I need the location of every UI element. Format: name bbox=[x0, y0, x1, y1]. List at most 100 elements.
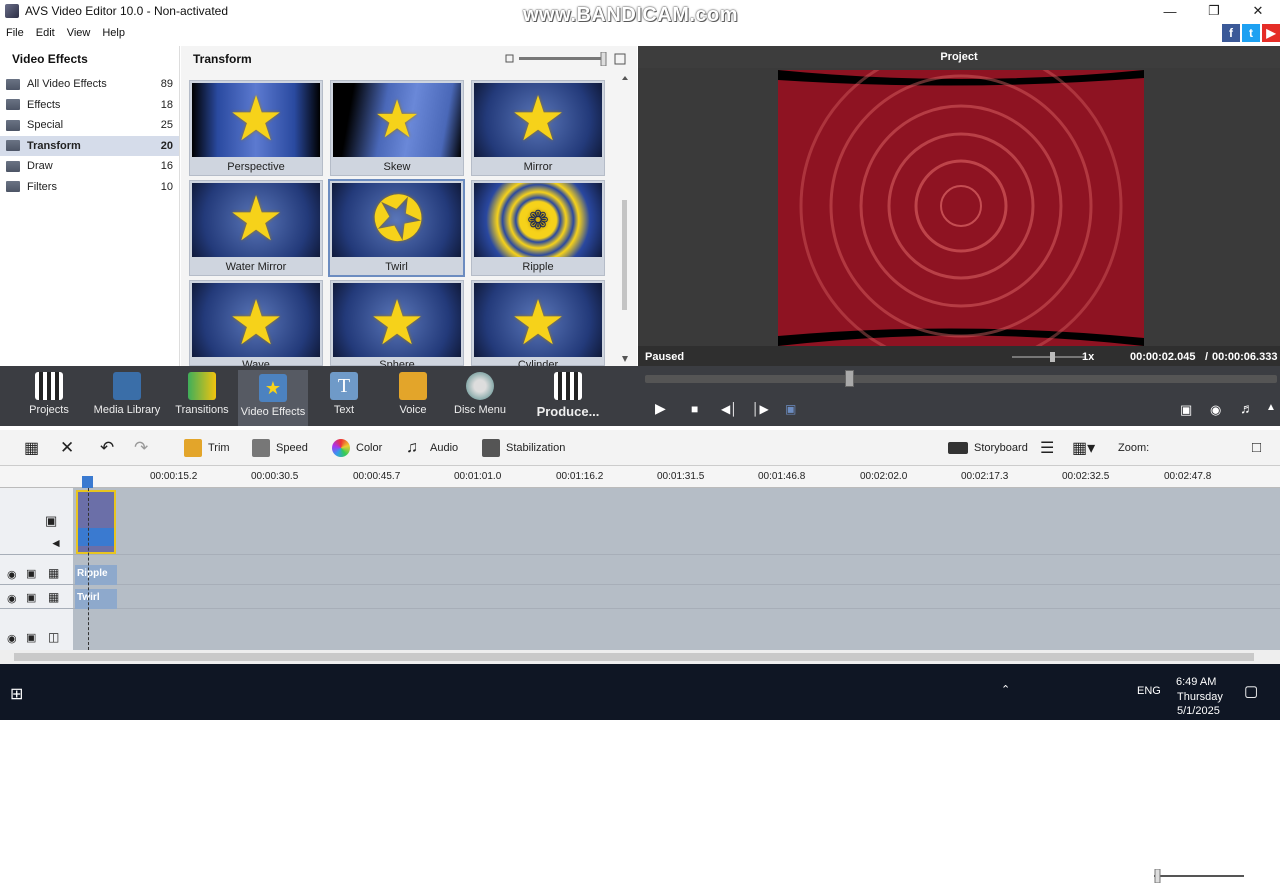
volume-icon[interactable]: ♬ bbox=[1240, 400, 1254, 416]
zoom-slider[interactable] bbox=[1154, 869, 1246, 883]
video-track-icon: ▣ bbox=[45, 513, 58, 528]
notification-icon[interactable]: ▢ bbox=[1244, 682, 1258, 700]
language-indicator[interactable]: ENG bbox=[1137, 685, 1161, 697]
lock-icon[interactable]: ▣ bbox=[26, 567, 36, 580]
category-transform[interactable]: Transform 20 bbox=[0, 135, 179, 156]
category-draw[interactable]: Draw 16 bbox=[0, 156, 179, 177]
select-all-icon[interactable]: ▦ bbox=[24, 438, 39, 458]
current-time: 00:00:02.045 bbox=[1130, 351, 1196, 363]
eye-icon[interactable]: ◉ bbox=[7, 632, 17, 645]
storyboard-label: Storyboard bbox=[974, 441, 1028, 454]
category-special[interactable]: Special 25 bbox=[0, 115, 179, 136]
timeline-ruler[interactable]: 00:00:15.2 00:00:30.5 00:00:45.7 00:01:0… bbox=[0, 466, 1280, 488]
close-button[interactable]: ✕ bbox=[1236, 0, 1280, 22]
toolbar-disc-menu[interactable]: Disc Menu bbox=[454, 372, 506, 424]
effect-label: Water Mirror bbox=[225, 261, 287, 273]
category-all-video-effects[interactable]: All Video Effects 89 bbox=[0, 74, 179, 95]
audio-button[interactable]: ♫ Audio bbox=[406, 439, 458, 457]
menu-help[interactable]: Help bbox=[96, 27, 131, 39]
track-divider bbox=[0, 554, 1280, 555]
menu-file[interactable]: File bbox=[0, 27, 30, 39]
play-button[interactable]: ▶ bbox=[655, 400, 666, 417]
effect-track-icon: ▦ bbox=[48, 590, 60, 604]
toolbar-voice[interactable]: Voice bbox=[392, 372, 434, 424]
color-button[interactable]: Color bbox=[332, 438, 383, 457]
redo-icon[interactable]: ↷ bbox=[134, 438, 148, 458]
view-options-icon[interactable]: ▦▾ bbox=[1072, 438, 1095, 458]
effect-label: Ripple bbox=[522, 261, 554, 273]
thumbnail-size-slider[interactable] bbox=[505, 52, 627, 66]
ruler-label: 00:01:31.5 bbox=[657, 471, 705, 482]
category-label: Transform bbox=[27, 139, 81, 152]
effect-clip-ripple[interactable]: Ripple bbox=[75, 565, 117, 585]
ruler-label: 00:02:47.8 bbox=[1164, 471, 1212, 482]
snapshot-icon[interactable]: ◉ bbox=[1210, 402, 1221, 418]
tray-arrow-icon[interactable]: ⌃ bbox=[1001, 683, 1010, 696]
audio-mixer-icon[interactable]: ☰ bbox=[1040, 438, 1054, 458]
toolbar-media-library[interactable]: Media Library bbox=[93, 372, 161, 424]
category-count: 25 bbox=[160, 119, 173, 132]
audio-label: Audio bbox=[430, 441, 459, 454]
toolbar-transitions[interactable]: Transitions bbox=[175, 372, 229, 424]
maximize-button[interactable]: ❐ bbox=[1192, 0, 1236, 22]
effect-tile-cylinder[interactable]: ★ Cylinder bbox=[471, 280, 605, 371]
previous-frame-button[interactable]: ◀│ bbox=[721, 402, 738, 416]
category-count: 89 bbox=[160, 78, 173, 91]
undo-icon[interactable]: ↶ bbox=[100, 438, 114, 458]
effect-tile-skew[interactable]: ★ Skew bbox=[330, 80, 464, 176]
speed-slider[interactable] bbox=[1012, 352, 1086, 362]
fullscreen-icon[interactable]: ▣ bbox=[1180, 402, 1192, 418]
next-frame-button[interactable]: │▶ bbox=[752, 402, 769, 416]
volume-arrow-icon[interactable]: ▲ bbox=[1266, 402, 1276, 413]
star-thumbnail: ★ bbox=[228, 85, 284, 154]
seek-knob[interactable] bbox=[845, 370, 854, 387]
windows-taskbar: ⊞ 6:49 AM Thursday 5/1/2025 ENG ▢ ⌃ bbox=[0, 664, 1280, 720]
effect-clip-twirl[interactable]: Twirl bbox=[75, 589, 117, 609]
effect-tile-ripple[interactable]: ❁ Ripple bbox=[471, 180, 605, 276]
fit-to-window-icon[interactable]: □ bbox=[1252, 439, 1261, 456]
category-filters[interactable]: Filters 10 bbox=[0, 177, 179, 198]
effect-tile-twirl[interactable]: ✪ Twirl bbox=[328, 179, 465, 277]
track-divider bbox=[0, 584, 1280, 585]
overlay-track-icon: ◫ bbox=[48, 630, 60, 644]
gallery-scrollbar[interactable] bbox=[619, 76, 631, 366]
toolbar-produce[interactable]: Produce... bbox=[536, 372, 600, 424]
playhead-marker[interactable] bbox=[82, 476, 93, 488]
stabilization-button[interactable]: Stabilization bbox=[482, 438, 565, 457]
toolbar-projects[interactable]: Projects bbox=[26, 372, 72, 424]
effect-tile-sphere[interactable]: ★ Sphere bbox=[330, 280, 464, 371]
effect-tile-mirror[interactable]: ★ Mirror bbox=[471, 80, 605, 176]
menu-edit[interactable]: Edit bbox=[30, 27, 61, 39]
effect-tile-water-mirror[interactable]: ★ Water Mirror bbox=[189, 180, 323, 276]
toolbar-video-effects[interactable]: ★ Video Effects bbox=[238, 370, 308, 426]
split-button[interactable]: ▣ bbox=[785, 402, 796, 416]
timeline-scrollbar[interactable] bbox=[0, 650, 1280, 664]
lock-icon[interactable]: ▣ bbox=[26, 591, 36, 604]
effect-tile-perspective[interactable]: ★ Perspective bbox=[189, 80, 323, 176]
minimize-button[interactable]: — bbox=[1148, 0, 1192, 22]
youtube-icon[interactable]: ▶ bbox=[1262, 24, 1280, 42]
folder-icon bbox=[6, 78, 20, 90]
stop-button[interactable]: ■ bbox=[691, 402, 698, 416]
social-links: f t ▶ bbox=[1222, 24, 1280, 42]
twitter-icon[interactable]: t bbox=[1242, 24, 1260, 42]
storyboard-button[interactable]: Storyboard bbox=[948, 441, 1028, 454]
video-clip[interactable] bbox=[76, 490, 116, 554]
eye-icon[interactable]: ◉ bbox=[7, 592, 17, 605]
trim-button[interactable]: Trim bbox=[184, 438, 230, 457]
star-icon: ★ bbox=[259, 374, 287, 402]
speed-button[interactable]: Speed bbox=[252, 438, 308, 457]
category-effects[interactable]: Effects 18 bbox=[0, 95, 179, 116]
menu-view[interactable]: View bbox=[61, 27, 97, 39]
eye-icon[interactable]: ◉ bbox=[7, 568, 17, 581]
effect-label: Skew bbox=[383, 161, 411, 173]
effect-tile-wave[interactable]: ★ Wave bbox=[189, 280, 323, 371]
seek-bar[interactable] bbox=[645, 375, 1277, 383]
delete-icon[interactable]: ✕ bbox=[60, 438, 74, 458]
scroll-thumb[interactable] bbox=[14, 653, 1254, 661]
color-label: Color bbox=[356, 441, 383, 454]
facebook-icon[interactable]: f bbox=[1222, 24, 1240, 42]
toolbar-text[interactable]: T Text bbox=[324, 372, 364, 424]
start-icon[interactable]: ⊞ bbox=[10, 684, 23, 704]
lock-icon[interactable]: ▣ bbox=[26, 631, 36, 644]
